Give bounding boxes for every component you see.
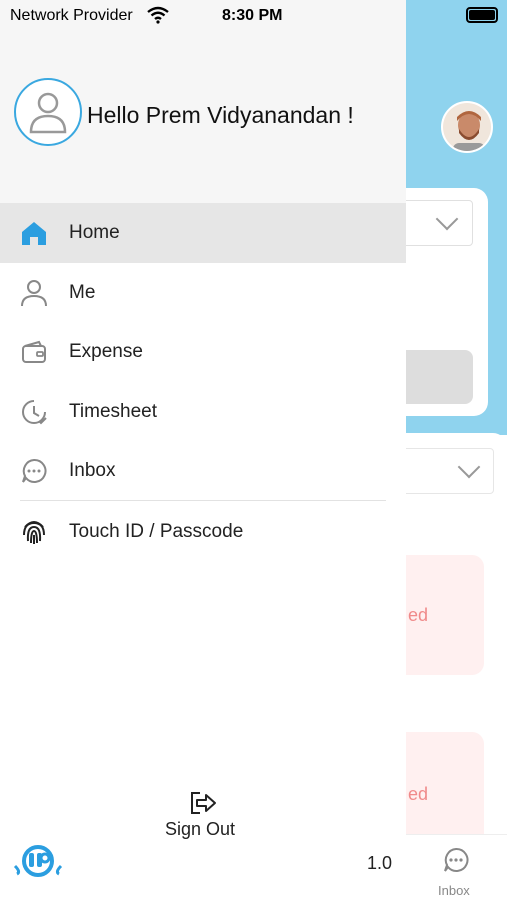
menu-item-timesheet[interactable]: Timesheet: [0, 382, 406, 442]
menu-item-home[interactable]: Home: [0, 203, 406, 263]
sign-out-label: Sign Out: [165, 819, 236, 839]
menu-item-label: Inbox: [69, 460, 116, 481]
status-card-text: ed: [408, 784, 429, 804]
home-icon: [22, 222, 46, 245]
chevron-down-icon: [435, 207, 459, 231]
tab-inbox-label[interactable]: Inbox: [438, 883, 470, 898]
greeting-text: Hello Prem Vidyanandan !: [87, 102, 354, 128]
profile-avatar[interactable]: [441, 101, 493, 153]
carrier-label: Network Provider: [10, 7, 133, 24]
user-avatar[interactable]: [14, 78, 82, 146]
menu-item-inbox[interactable]: Inbox: [0, 441, 406, 501]
drawer-header: Hello Prem Vidyanandan !: [0, 0, 406, 203]
clock-time: 8:30 PM: [222, 7, 283, 24]
drawer-menu: Home Me Expense Timesheet Inbox: [0, 203, 406, 501]
wallet-icon: [22, 340, 46, 363]
menu-item-me[interactable]: Me: [0, 263, 406, 323]
menu-item-label: Touch ID / Passcode: [69, 521, 244, 542]
menu-item-label: Expense: [69, 341, 143, 362]
status-card-text: ed: [408, 605, 429, 625]
chat-icon[interactable]: [443, 847, 469, 873]
chevron-down-icon: [457, 455, 481, 479]
menu-item-touch-id[interactable]: Touch ID / Passcode: [0, 501, 406, 561]
menu-item-label: Home: [69, 222, 120, 243]
app-version: 1.0: [367, 853, 393, 873]
person-icon: [21, 279, 47, 306]
status-bar: Network Provider 8:30 PM: [0, 0, 507, 30]
menu-item-expense[interactable]: Expense: [0, 322, 406, 382]
chat-icon: [22, 458, 47, 483]
app-logo-icon: [13, 845, 63, 877]
navigation-drawer: Hello Prem Vidyanandan ! Home Me Expense: [0, 0, 406, 900]
sign-out-button[interactable]: Sign Out: [160, 788, 246, 844]
menu-item-label: Me: [69, 281, 96, 303]
sign-out-icon: [191, 792, 216, 814]
fingerprint-icon: [23, 521, 45, 544]
clock-icon: [22, 399, 47, 424]
wifi-icon: [147, 6, 169, 24]
person-icon: [29, 92, 67, 134]
menu-item-label: Timesheet: [69, 400, 157, 422]
battery-icon: [466, 7, 498, 23]
